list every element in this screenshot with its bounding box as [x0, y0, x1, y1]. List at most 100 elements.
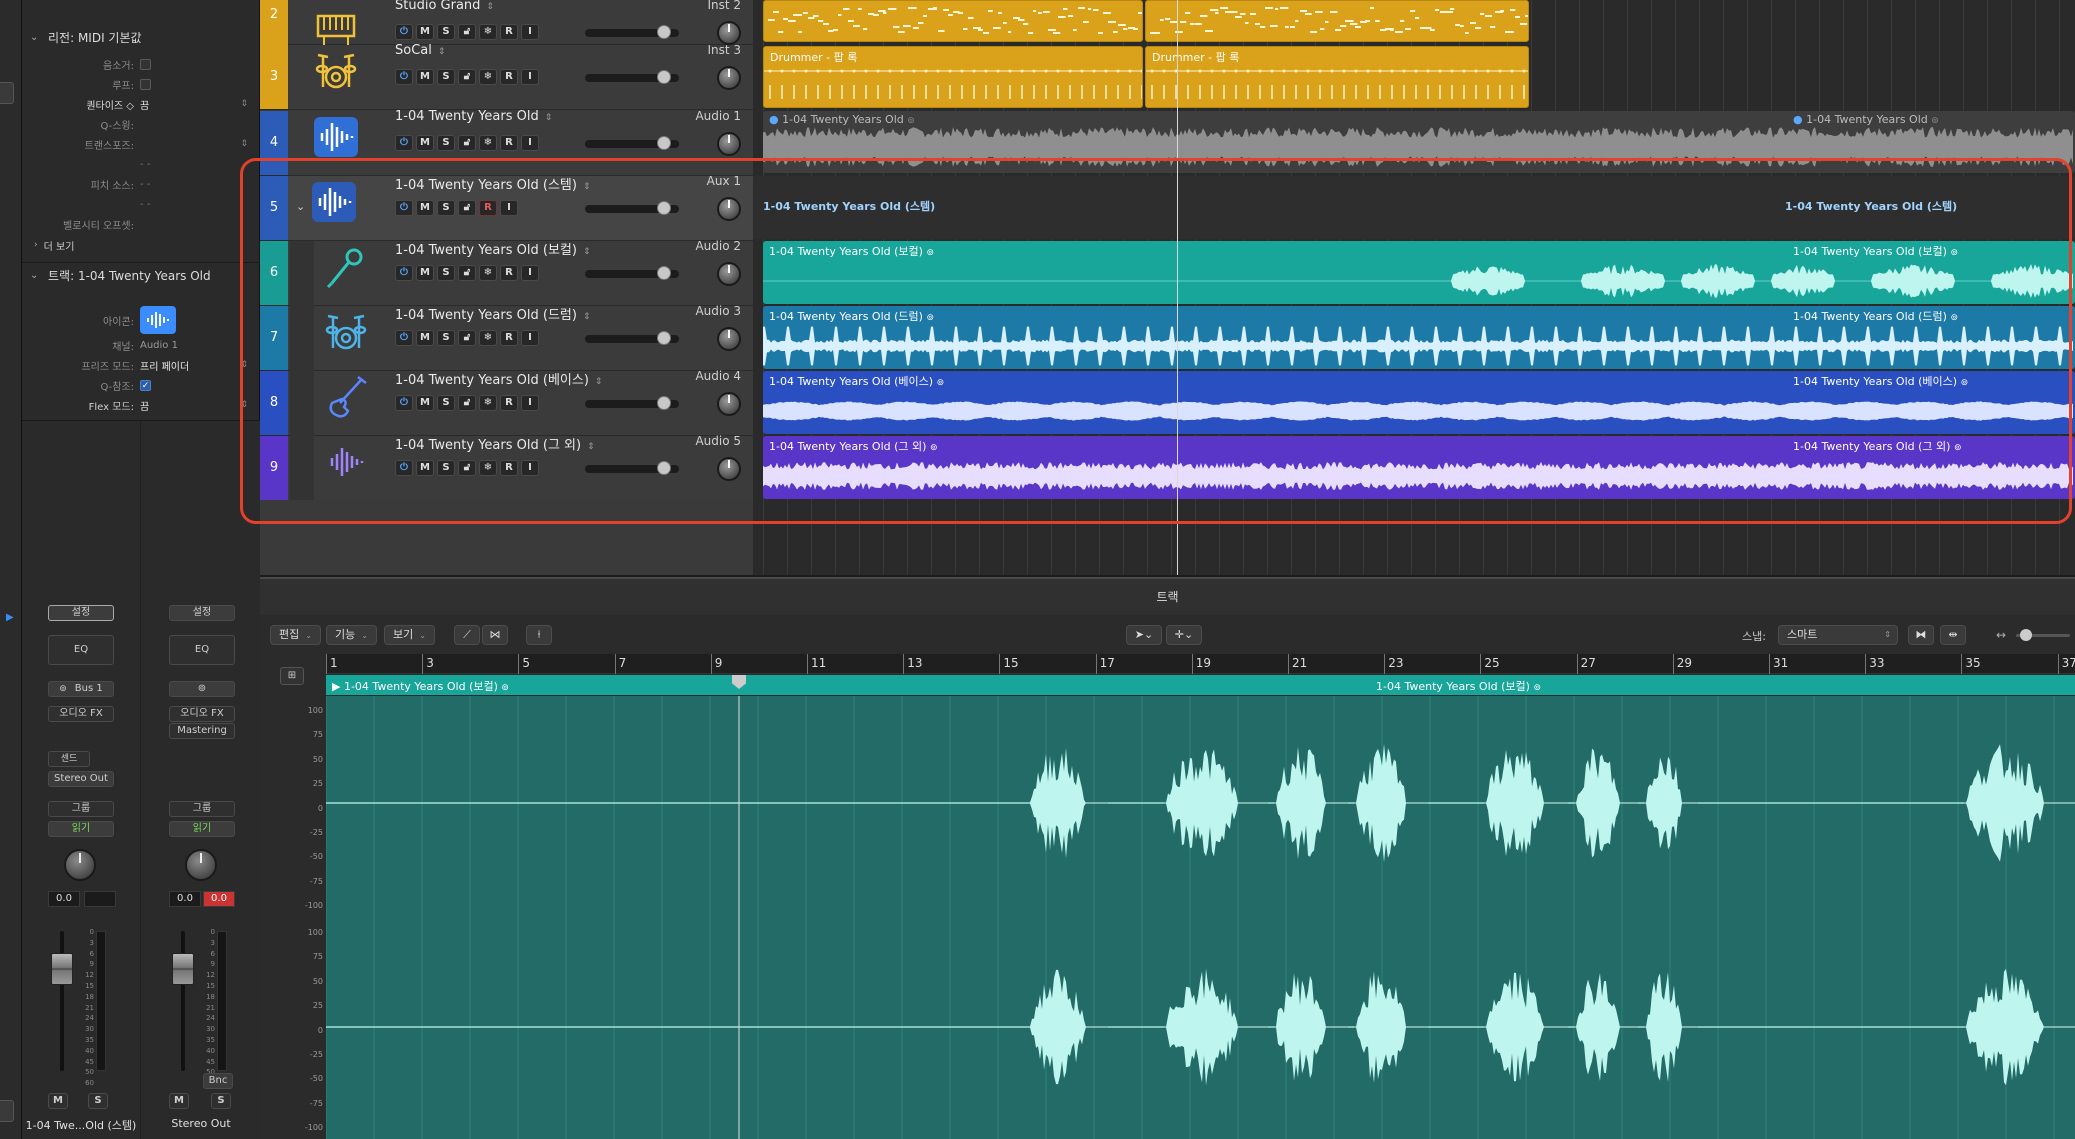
editor-waveform-area[interactable]	[326, 696, 2075, 1139]
track-header-9[interactable]: 9 1-04 Twenty Years Old (그 외) ⇕ Audio 5 ⏻…	[260, 434, 753, 501]
freeze-icon[interactable]: ❄	[479, 24, 497, 40]
library-tab[interactable]	[0, 82, 14, 104]
bass-guitar-icon[interactable]	[322, 373, 370, 421]
volume-fader-track[interactable]	[60, 931, 64, 1071]
solo-button[interactable]: S	[88, 1093, 108, 1109]
add-icon[interactable]: ⊞	[280, 667, 304, 685]
zoom-slider[interactable]	[2016, 629, 2070, 641]
settings-button[interactable]: 설정	[48, 605, 114, 621]
track-header-8[interactable]: 8 1-04 Twenty Years Old (베이스) ⇕ Audio 4 ⏻…	[260, 369, 753, 436]
input-monitor-button[interactable]: I	[521, 69, 539, 85]
track-header-5[interactable]: 5 ⌄ 1-04 Twenty Years Old (스템) ⇕ Aux 1 ⏻ …	[260, 174, 753, 241]
solo-button[interactable]: S	[437, 330, 455, 346]
updown-arrows-icon[interactable]: ⇕	[240, 400, 248, 410]
mute-button[interactable]: M	[416, 200, 434, 216]
volume-slider-handle[interactable]	[657, 70, 671, 84]
volume-slider-handle[interactable]	[657, 331, 671, 345]
mute-button[interactable]: M	[416, 265, 434, 281]
chevron-right-icon[interactable]: ›	[34, 240, 38, 250]
mastering-plugin-slot[interactable]: Mastering	[169, 723, 235, 739]
input-monitor-button[interactable]: I	[521, 265, 539, 281]
solo-button[interactable]: S	[437, 69, 455, 85]
track-on-off-icon[interactable]: ⏻	[395, 200, 413, 216]
updown-arrows-icon[interactable]: ⇕	[240, 360, 248, 370]
input-monitor-button[interactable]: I	[521, 24, 539, 40]
settings-button[interactable]: 설정	[169, 605, 235, 621]
volume-slider[interactable]	[585, 266, 679, 280]
chevron-down-icon[interactable]: ⌄	[296, 200, 305, 213]
fit-width-icon[interactable]: ⇹	[1940, 625, 1966, 645]
editor-ruler[interactable]: 1 3 5 7 9 11 13 15 17 19 21 23 25 27 29 31 33 35 37	[326, 654, 2075, 674]
lock-icon[interactable]: 🔓︎	[458, 24, 476, 40]
freeze-icon[interactable]: ❄	[479, 265, 497, 281]
playhead[interactable]	[1177, 0, 1178, 575]
record-enable-button[interactable]: R	[500, 395, 518, 411]
waveform-icon[interactable]	[322, 438, 370, 486]
volume-slider-handle[interactable]	[657, 396, 671, 410]
pan-knob[interactable]	[717, 66, 741, 90]
midi-region[interactable]	[1145, 0, 1529, 42]
volume-readout[interactable]: 0.0	[169, 891, 201, 907]
track-header-4[interactable]: 4 1-04 Twenty Years Old ⇕ Audio 1 ⏻ M S 🔓…	[260, 109, 753, 176]
volume-fader-handle[interactable]	[51, 953, 73, 985]
solo-button[interactable]: S	[437, 200, 455, 216]
piano-icon[interactable]	[312, 2, 360, 50]
lock-icon[interactable]: 🔓︎	[458, 69, 476, 85]
drummer-region[interactable]: Drummer - 팝 록	[1145, 46, 1529, 108]
stem-summing-region[interactable]: 1-04 Twenty Years Old (스템) 1-04 Twenty Y…	[753, 176, 2075, 239]
record-enable-button[interactable]: R	[500, 135, 518, 151]
drums-audio-region[interactable]: 1-04 Twenty Years Old (드럼) ⊚ 1-04 Twenty…	[763, 306, 2075, 369]
more-row[interactable]: › 더 보기	[22, 236, 260, 254]
volume-slider-handle[interactable]	[657, 266, 671, 280]
mute-checkbox[interactable]	[140, 58, 151, 70]
input-monitor-button[interactable]: I	[521, 460, 539, 476]
mute-button[interactable]: M	[416, 24, 434, 40]
solo-button[interactable]: S	[437, 395, 455, 411]
track-on-off-icon[interactable]: ⏻	[395, 460, 413, 476]
volume-slider[interactable]	[585, 25, 679, 39]
drummer-region[interactable]: Drummer - 팝 록	[763, 46, 1143, 108]
crosshair-tool-icon[interactable]: ✛⌄	[1166, 625, 1202, 645]
track-header-7[interactable]: 7 1-04 Twenty Years Old (드럼) ⇕ Audio 3 ⏻ …	[260, 304, 753, 371]
freeze-icon[interactable]: ❄	[479, 69, 497, 85]
quantize-row[interactable]: 퀀타이즈 ◇ 끔 ⇕	[22, 95, 260, 113]
group-button[interactable]: 그룹	[48, 801, 114, 817]
freeze-icon[interactable]: ❄	[479, 395, 497, 411]
pan-knob[interactable]	[717, 262, 741, 286]
flex-mode-row[interactable]: Flex 모드: 끔 ⇕	[22, 396, 260, 414]
group-button[interactable]: 그룹	[169, 801, 235, 817]
input-monitor-button[interactable]: I	[521, 395, 539, 411]
peak-readout[interactable]: 0.0	[203, 891, 235, 907]
record-enable-button[interactable]: R	[500, 69, 518, 85]
mute-button[interactable]: M	[416, 69, 434, 85]
tracks-area[interactable]: Drummer - 팝 록 Drummer - 팝 록 ● 1-04 Twent…	[753, 0, 2075, 575]
track-on-off-icon[interactable]: ⏻	[395, 395, 413, 411]
other-audio-region[interactable]: 1-04 Twenty Years Old (그 외) ⊚ 1-04 Twent…	[763, 436, 2075, 499]
record-enable-button[interactable]: R	[500, 24, 518, 40]
audio-fx-button[interactable]: 오디오 FX	[169, 706, 235, 722]
lock-icon[interactable]: 🔓︎	[458, 395, 476, 411]
functions-menu[interactable]: 기능 ⌄	[326, 625, 377, 645]
lock-icon[interactable]: 🔓︎	[458, 200, 476, 216]
lock-icon[interactable]: 🔓︎	[458, 460, 476, 476]
volume-fader-track[interactable]	[181, 931, 185, 1071]
bottom-tab[interactable]	[0, 1100, 14, 1122]
track-on-off-icon[interactable]: ⏻	[395, 69, 413, 85]
mute-button[interactable]: M	[416, 135, 434, 151]
track-on-off-icon[interactable]: ⏻	[395, 265, 413, 281]
mute-button[interactable]: M	[416, 330, 434, 346]
volume-slider[interactable]	[585, 331, 679, 345]
mute-button[interactable]: M	[48, 1093, 68, 1109]
track-list-empty-area[interactable]	[260, 500, 753, 575]
midi-region[interactable]	[763, 0, 1143, 42]
channel-name[interactable]: 1-04 Twe...Old (스템)	[22, 1117, 140, 1133]
send-button[interactable]: 센드	[48, 751, 90, 767]
play-icon[interactable]: ▶	[332, 680, 340, 693]
playhead-handle[interactable]	[732, 675, 746, 689]
peak-readout[interactable]	[84, 891, 116, 907]
track-on-off-icon[interactable]: ⏻	[395, 24, 413, 40]
track-on-off-icon[interactable]: ⏻	[395, 330, 413, 346]
output-button[interactable]: Stereo Out	[48, 771, 114, 787]
volume-slider-handle[interactable]	[657, 136, 671, 150]
solo-button[interactable]: S	[437, 135, 455, 151]
